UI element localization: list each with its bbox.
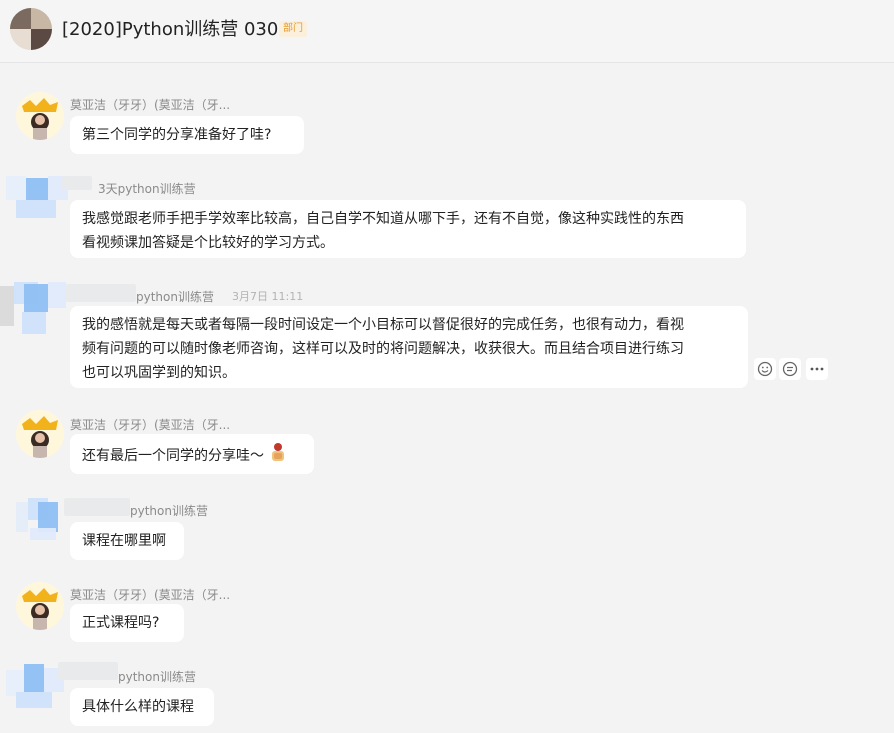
blurred-name	[58, 662, 118, 680]
sender-avatar[interactable]	[6, 174, 68, 222]
chat-header: [2020]Python训练营 0303 部门	[0, 0, 894, 63]
bow-emoji-icon	[268, 441, 288, 471]
message-text: 第三个同学的分享准备好了哇?	[82, 127, 272, 143]
message-bubble[interactable]: 第三个同学的分享准备好了哇?	[70, 116, 304, 154]
quote-reply-icon[interactable]	[779, 358, 801, 380]
message-text: 也可以巩固学到的知识。	[82, 365, 236, 381]
sender-avatar[interactable]	[0, 280, 66, 336]
message-text: 正式课程吗?	[82, 615, 160, 631]
message-text: 我的感悟就是每天或者每隔一段时间设定一个小目标可以督促很好的完成任务，也很有动力…	[82, 317, 684, 333]
message-text: 还有最后一个同学的分享哇～	[82, 441, 302, 471]
group-title[interactable]: [2020]Python训练营 0303	[62, 15, 290, 41]
message-actions	[752, 356, 832, 382]
message-text: 看视频课加答疑是个比较好的学习方式。	[82, 235, 334, 251]
message-bubble[interactable]: 正式课程吗?	[70, 604, 184, 642]
message-bubble[interactable]: 课程在哪里啊	[70, 522, 184, 560]
sender-name: python训练营	[118, 670, 196, 684]
sender-avatar[interactable]	[16, 582, 64, 630]
message-time: 3月7日 11:11	[232, 290, 304, 303]
department-badge: 部门	[279, 21, 307, 37]
blurred-name	[62, 176, 92, 190]
message-text: 我感觉跟老师手把手学效率比较高，自己自学不知道从哪下手，还有不自觉，像这种实践性…	[82, 211, 684, 227]
more-icon[interactable]	[806, 358, 828, 380]
message-text: 课程在哪里啊	[82, 533, 166, 549]
blurred-name	[64, 498, 130, 516]
group-avatar[interactable]	[10, 8, 52, 50]
message-bubble[interactable]: 我感觉跟老师手把手学效率比较高，自己自学不知道从哪下手，还有不自觉，像这种实践性…	[70, 200, 746, 258]
message-text: 具体什么样的课程	[82, 699, 194, 715]
smiley-icon[interactable]	[754, 358, 776, 380]
sender-name: 莫亚洁（牙牙）(莫亚洁（牙...	[70, 588, 231, 602]
sender-name: python训练营	[130, 504, 208, 518]
blurred-name	[66, 284, 136, 302]
message-text: 频有问题的可以随时像老师咨询，这样可以及时的将问题解决，收获很大。而且结合项目进…	[82, 341, 684, 357]
message-bubble[interactable]: 我的感悟就是每天或者每隔一段时间设定一个小目标可以督促很好的完成任务，也很有动力…	[70, 306, 748, 388]
sender-name: python训练营	[136, 290, 214, 304]
sender-avatar[interactable]	[16, 410, 64, 458]
sender-avatar[interactable]	[6, 662, 66, 710]
sender-name: 莫亚洁（牙牙）(莫亚洁（牙...	[70, 418, 231, 432]
message-bubble[interactable]: 具体什么样的课程	[70, 688, 214, 726]
sender-name: 3天python训练营	[98, 182, 196, 196]
sender-avatar[interactable]	[16, 92, 64, 140]
sender-avatar[interactable]	[16, 498, 68, 542]
message-bubble[interactable]: 还有最后一个同学的分享哇～	[70, 434, 314, 474]
sender-name: 莫亚洁（牙牙）(莫亚洁（牙...	[70, 98, 231, 112]
